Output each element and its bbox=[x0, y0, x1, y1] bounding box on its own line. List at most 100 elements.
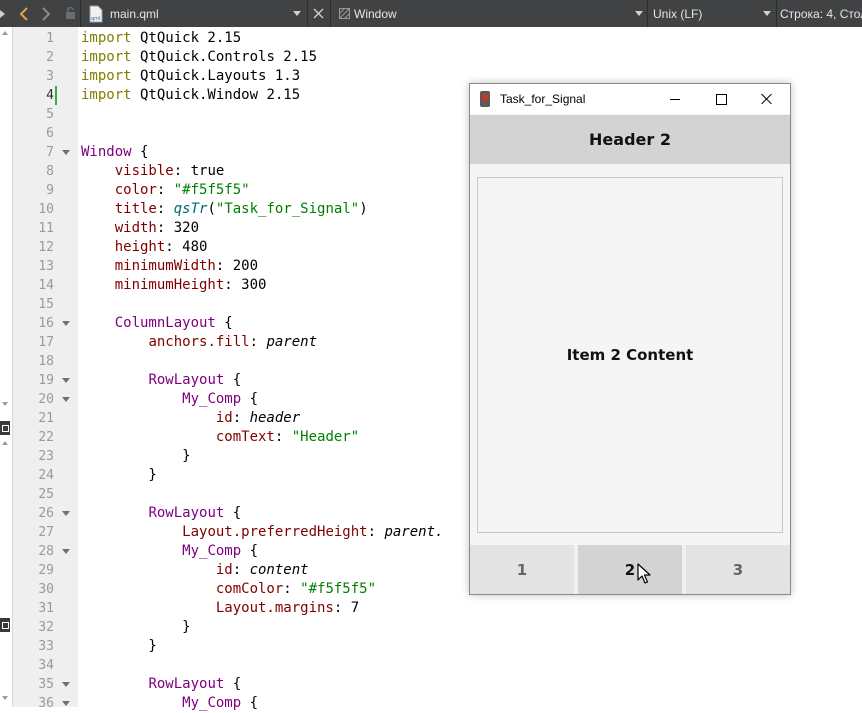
header-panel: Header 2 bbox=[470, 115, 790, 164]
content-panel: Item 2 Content bbox=[477, 177, 783, 533]
line-number: 5 bbox=[46, 107, 54, 122]
modified-line-marker bbox=[55, 86, 57, 105]
forward-arrow-icon[interactable] bbox=[36, 0, 56, 27]
line-number: 34 bbox=[38, 658, 54, 673]
split-toggle-icon[interactable] bbox=[0, 618, 10, 632]
line-number: 36 bbox=[38, 696, 54, 711]
code-line[interactable] bbox=[81, 656, 443, 675]
tab-2[interactable]: 2 bbox=[578, 545, 682, 594]
code-line[interactable]: minimumWidth: 200 bbox=[81, 257, 443, 276]
code-line[interactable]: anchors.fill: parent bbox=[81, 333, 443, 352]
code-token: } bbox=[81, 619, 191, 635]
code-line[interactable]: comText: "Header" bbox=[81, 428, 443, 447]
code-line[interactable]: ColumnLayout { bbox=[81, 314, 443, 333]
code-line[interactable]: comColor: "#f5f5f5" bbox=[81, 580, 443, 599]
line-endings-selector[interactable]: Unix (LF) bbox=[653, 0, 757, 27]
line-number: 15 bbox=[38, 297, 54, 312]
code-line[interactable]: } bbox=[81, 466, 443, 485]
close-button[interactable] bbox=[744, 84, 790, 114]
close-document-icon[interactable] bbox=[309, 0, 327, 27]
code-line[interactable]: Layout.margins: 7 bbox=[81, 599, 443, 618]
fold-arrow-icon[interactable] bbox=[62, 378, 70, 383]
code-line[interactable] bbox=[81, 295, 443, 314]
code-line[interactable]: } bbox=[81, 447, 443, 466]
code-line[interactable]: } bbox=[81, 618, 443, 637]
tab-1[interactable]: 1 bbox=[470, 545, 574, 594]
file-icon-label: qml bbox=[91, 16, 100, 22]
scroll-down-icon[interactable] bbox=[2, 402, 8, 406]
code-token: color bbox=[114, 182, 157, 198]
code-line[interactable]: Layout.preferredHeight: parent. bbox=[81, 523, 443, 542]
symbol-dropdown-icon[interactable] bbox=[634, 0, 644, 27]
code-token: Window bbox=[81, 144, 132, 160]
code-line[interactable]: } bbox=[81, 637, 443, 656]
code-token: { bbox=[241, 543, 259, 559]
code-line[interactable]: height: 480 bbox=[81, 238, 443, 257]
code-line[interactable]: id: header bbox=[81, 409, 443, 428]
code-line[interactable] bbox=[81, 124, 443, 143]
fold-arrow-icon[interactable] bbox=[62, 321, 70, 326]
code-line[interactable]: id: content bbox=[81, 561, 443, 580]
file-dropdown-icon[interactable] bbox=[292, 0, 302, 27]
code-line[interactable]: RowLayout { bbox=[81, 504, 443, 523]
code-line[interactable] bbox=[81, 485, 443, 504]
code-token: comColor bbox=[215, 581, 284, 597]
code-line[interactable]: RowLayout { bbox=[81, 675, 443, 694]
code-line[interactable]: Window { bbox=[81, 143, 443, 162]
code-token: QtQuick 2.15 bbox=[131, 30, 242, 46]
tab-3[interactable]: 3 bbox=[686, 545, 790, 594]
code-line[interactable]: import QtQuick.Controls 2.15 bbox=[81, 48, 443, 67]
code-line[interactable]: title: qsTr("Task_for_Signal") bbox=[81, 200, 443, 219]
line-number: 2 bbox=[46, 50, 54, 65]
code-line[interactable] bbox=[81, 352, 443, 371]
code-editor[interactable]: import QtQuick 2.15 import QtQuick.Contro… bbox=[81, 29, 443, 713]
fold-arrow-icon[interactable] bbox=[62, 511, 70, 516]
window-titlebar[interactable]: Task_for_Signal bbox=[470, 84, 790, 114]
symbol-selector[interactable]: Window bbox=[354, 0, 634, 27]
fold-arrow-icon[interactable] bbox=[62, 549, 70, 554]
code-line[interactable]: import QtQuick 2.15 bbox=[81, 29, 443, 48]
task-for-signal-window[interactable]: Task_for_Signal Header 2 Item 2 Content … bbox=[469, 83, 791, 595]
code-line[interactable]: color: "#f5f5f5" bbox=[81, 181, 443, 200]
fold-arrow-icon[interactable] bbox=[62, 682, 70, 687]
code-line[interactable]: width: 320 bbox=[81, 219, 443, 238]
code-line[interactable] bbox=[81, 105, 443, 124]
code-token: My_Comp bbox=[182, 543, 242, 559]
code-line[interactable]: My_Comp { bbox=[81, 542, 443, 561]
file-selector[interactable]: main.qml bbox=[110, 0, 292, 27]
code-line[interactable]: visible: true bbox=[81, 162, 443, 181]
maximize-button[interactable] bbox=[698, 84, 744, 114]
scroll-up-icon[interactable] bbox=[2, 31, 8, 35]
code-line[interactable]: RowLayout { bbox=[81, 371, 443, 390]
cursor-position-indicator[interactable]: Строка: 4, Стол bbox=[780, 0, 862, 27]
code-line[interactable]: import QtQuick.Window 2.15 bbox=[81, 86, 443, 105]
line-number: 4 bbox=[46, 88, 54, 103]
window-title: Task_for_Signal bbox=[500, 92, 586, 106]
toolbar-separator bbox=[80, 0, 81, 27]
scroll-up-icon[interactable] bbox=[2, 441, 8, 445]
line-number: 20 bbox=[38, 392, 54, 407]
code-token: qsTr bbox=[173, 201, 208, 217]
code-line[interactable]: My_Comp { bbox=[81, 390, 443, 409]
code-line[interactable]: My_Comp { bbox=[81, 694, 443, 713]
fold-arrow-icon[interactable] bbox=[62, 150, 70, 155]
code-line[interactable]: minimumHeight: 300 bbox=[81, 276, 443, 295]
split-toggle-icon[interactable] bbox=[0, 421, 10, 435]
minimize-button[interactable] bbox=[652, 84, 698, 114]
scroll-down-icon[interactable] bbox=[2, 696, 8, 700]
code-token: ColumnLayout bbox=[114, 315, 216, 331]
fold-arrow-icon[interactable] bbox=[62, 701, 70, 706]
code-line[interactable]: import QtQuick.Layouts 1.3 bbox=[81, 67, 443, 86]
app-icon bbox=[480, 91, 490, 107]
code-token: ( bbox=[207, 201, 216, 217]
code-token: : true bbox=[173, 163, 225, 179]
line-endings-dropdown-icon[interactable] bbox=[762, 0, 772, 27]
back-arrow-icon[interactable] bbox=[14, 0, 34, 27]
lock-icon[interactable] bbox=[62, 0, 78, 27]
fold-arrow-icon[interactable] bbox=[62, 397, 70, 402]
code-token: : 200 bbox=[215, 258, 259, 274]
line-number: 9 bbox=[46, 183, 54, 198]
